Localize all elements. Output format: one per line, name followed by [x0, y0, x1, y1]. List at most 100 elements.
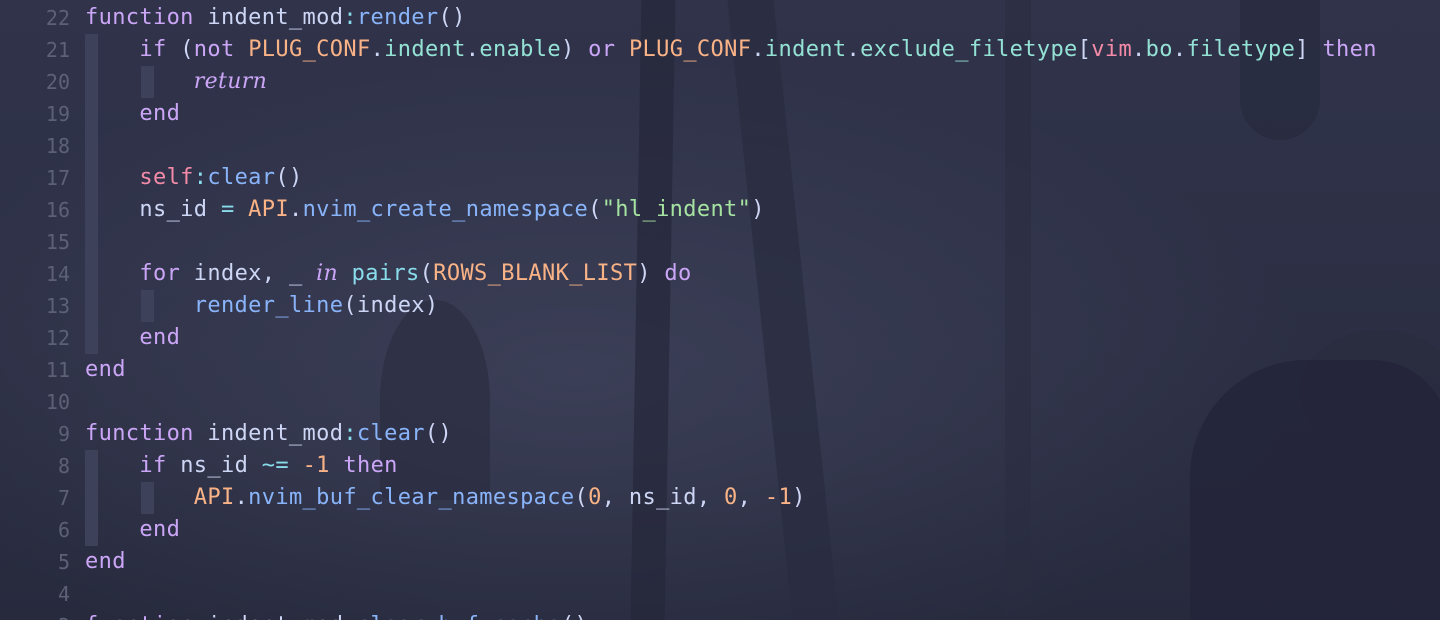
- code-token: pairs: [351, 261, 420, 286]
- code-token: indent: [764, 37, 847, 62]
- code-text: end: [85, 354, 126, 386]
- code-line[interactable]: 8 if ns_id ~= -1 then: [0, 450, 1440, 482]
- code-token: :: [343, 421, 357, 446]
- line-number: 5: [57, 550, 70, 574]
- code-text: function indent_mod:clear_buf_cache(): [85, 610, 588, 620]
- code-line[interactable]: 10: [0, 386, 1440, 418]
- code-token: render_line: [193, 293, 344, 318]
- code-token: ROWS_BLANK_LIST: [433, 261, 638, 286]
- code-token: filetype: [1186, 37, 1296, 62]
- code-text: end: [85, 322, 180, 354]
- code-line[interactable]: 19 end: [0, 98, 1440, 130]
- code-token: vim: [1091, 37, 1133, 62]
- code-token: bo: [1145, 37, 1173, 62]
- code-line[interactable]: 11 end: [0, 354, 1440, 386]
- code-text: end: [85, 546, 126, 578]
- code-line[interactable]: 22 function indent_mod:render(): [0, 2, 1440, 34]
- code-token: index, _: [180, 261, 317, 286]
- code-line[interactable]: 6 end: [0, 514, 1440, 546]
- code-token: (index): [343, 293, 439, 318]
- code-token: .: [370, 37, 385, 62]
- line-number: 11: [45, 358, 70, 382]
- code-token: exclude_filetype: [860, 37, 1078, 62]
- code-text: self:clear(): [85, 162, 303, 194]
- code-token: do: [664, 261, 692, 286]
- code-token: :: [193, 165, 208, 190]
- code-token: .: [1132, 37, 1146, 62]
- line-number: 17: [45, 166, 70, 190]
- code-token: (: [166, 37, 194, 62]
- code-line[interactable]: 14 for index, _ in pairs(ROWS_BLANK_LIST…: [0, 258, 1440, 290]
- code-token: , ns_id,: [601, 485, 725, 510]
- code-line[interactable]: 12 end: [0, 322, 1440, 354]
- code-token: self: [139, 165, 194, 190]
- line-number: 9: [57, 422, 70, 446]
- code-token: [: [1077, 37, 1092, 62]
- code-token: (): [424, 421, 453, 446]
- code-line[interactable]: 17 self:clear(): [0, 162, 1440, 194]
- code-token: function: [85, 613, 194, 620]
- code-token: ~=: [261, 453, 289, 478]
- code-text: render_line(index): [85, 290, 438, 322]
- code-token: or: [588, 37, 616, 62]
- code-token: 0: [724, 485, 738, 510]
- code-token: ,: [737, 485, 765, 510]
- line-number: 19: [45, 102, 70, 126]
- line-number: 12: [45, 326, 70, 350]
- code-token: ): [637, 261, 665, 286]
- code-token: in: [316, 261, 339, 286]
- code-line[interactable]: 9 function indent_mod:clear(): [0, 418, 1440, 450]
- line-number: 3: [0, 610, 70, 620]
- code-token: .: [751, 37, 765, 62]
- line-number: 6: [57, 518, 70, 542]
- code-line[interactable]: 16 ns_id = API.nvim_create_namespace("hl…: [0, 194, 1440, 226]
- code-token: end: [139, 325, 181, 350]
- code-line[interactable]: 18: [0, 130, 1440, 162]
- code-editor[interactable]: 22 function indent_mod:render() 21 if (not…: [0, 0, 1440, 620]
- line-number: 15: [45, 230, 70, 254]
- code-token: function: [85, 5, 194, 30]
- code-line[interactable]: 20 return: [0, 66, 1440, 98]
- code-token: nvim_buf_clear_namespace: [248, 485, 575, 510]
- code-token: :: [343, 5, 357, 30]
- code-token: end: [139, 517, 181, 542]
- code-token: indent: [384, 37, 466, 62]
- code-token: -1: [764, 485, 793, 510]
- code-line[interactable]: 7 API.nvim_buf_clear_namespace(0, ns_id,…: [0, 482, 1440, 514]
- line-number: 8: [57, 454, 70, 478]
- code-line[interactable]: 15: [0, 226, 1440, 258]
- code-token: .: [846, 37, 861, 62]
- code-line[interactable]: 5 end: [0, 546, 1440, 578]
- code-token: if: [139, 37, 167, 62]
- code-line[interactable]: 21 if (not PLUG_CONF.indent.enable) or P…: [0, 34, 1440, 66]
- line-number: 18: [45, 134, 70, 158]
- line-number: 16: [45, 198, 70, 222]
- code-token: clear: [356, 421, 425, 446]
- code-line[interactable]: 3 function indent_mod:clear_buf_cache(): [0, 610, 1440, 620]
- code-line[interactable]: 13 render_line(index): [0, 290, 1440, 322]
- code-token: API: [193, 485, 235, 510]
- code-text: ns_id = API.nvim_create_namespace("hl_in…: [85, 194, 765, 226]
- code-token: ): [751, 197, 765, 222]
- line-number: 10: [45, 390, 70, 414]
- code-text: API.nvim_buf_clear_namespace(0, ns_id, 0…: [85, 482, 806, 514]
- code-token: PLUG_CONF: [248, 37, 371, 62]
- code-token: enable: [479, 37, 561, 62]
- code-token: (): [561, 613, 588, 620]
- code-token: =: [220, 197, 235, 222]
- code-token: .: [288, 197, 303, 222]
- code-token: end: [139, 101, 181, 126]
- code-token: ns_id: [85, 197, 221, 222]
- code-line[interactable]: 4: [0, 578, 1440, 610]
